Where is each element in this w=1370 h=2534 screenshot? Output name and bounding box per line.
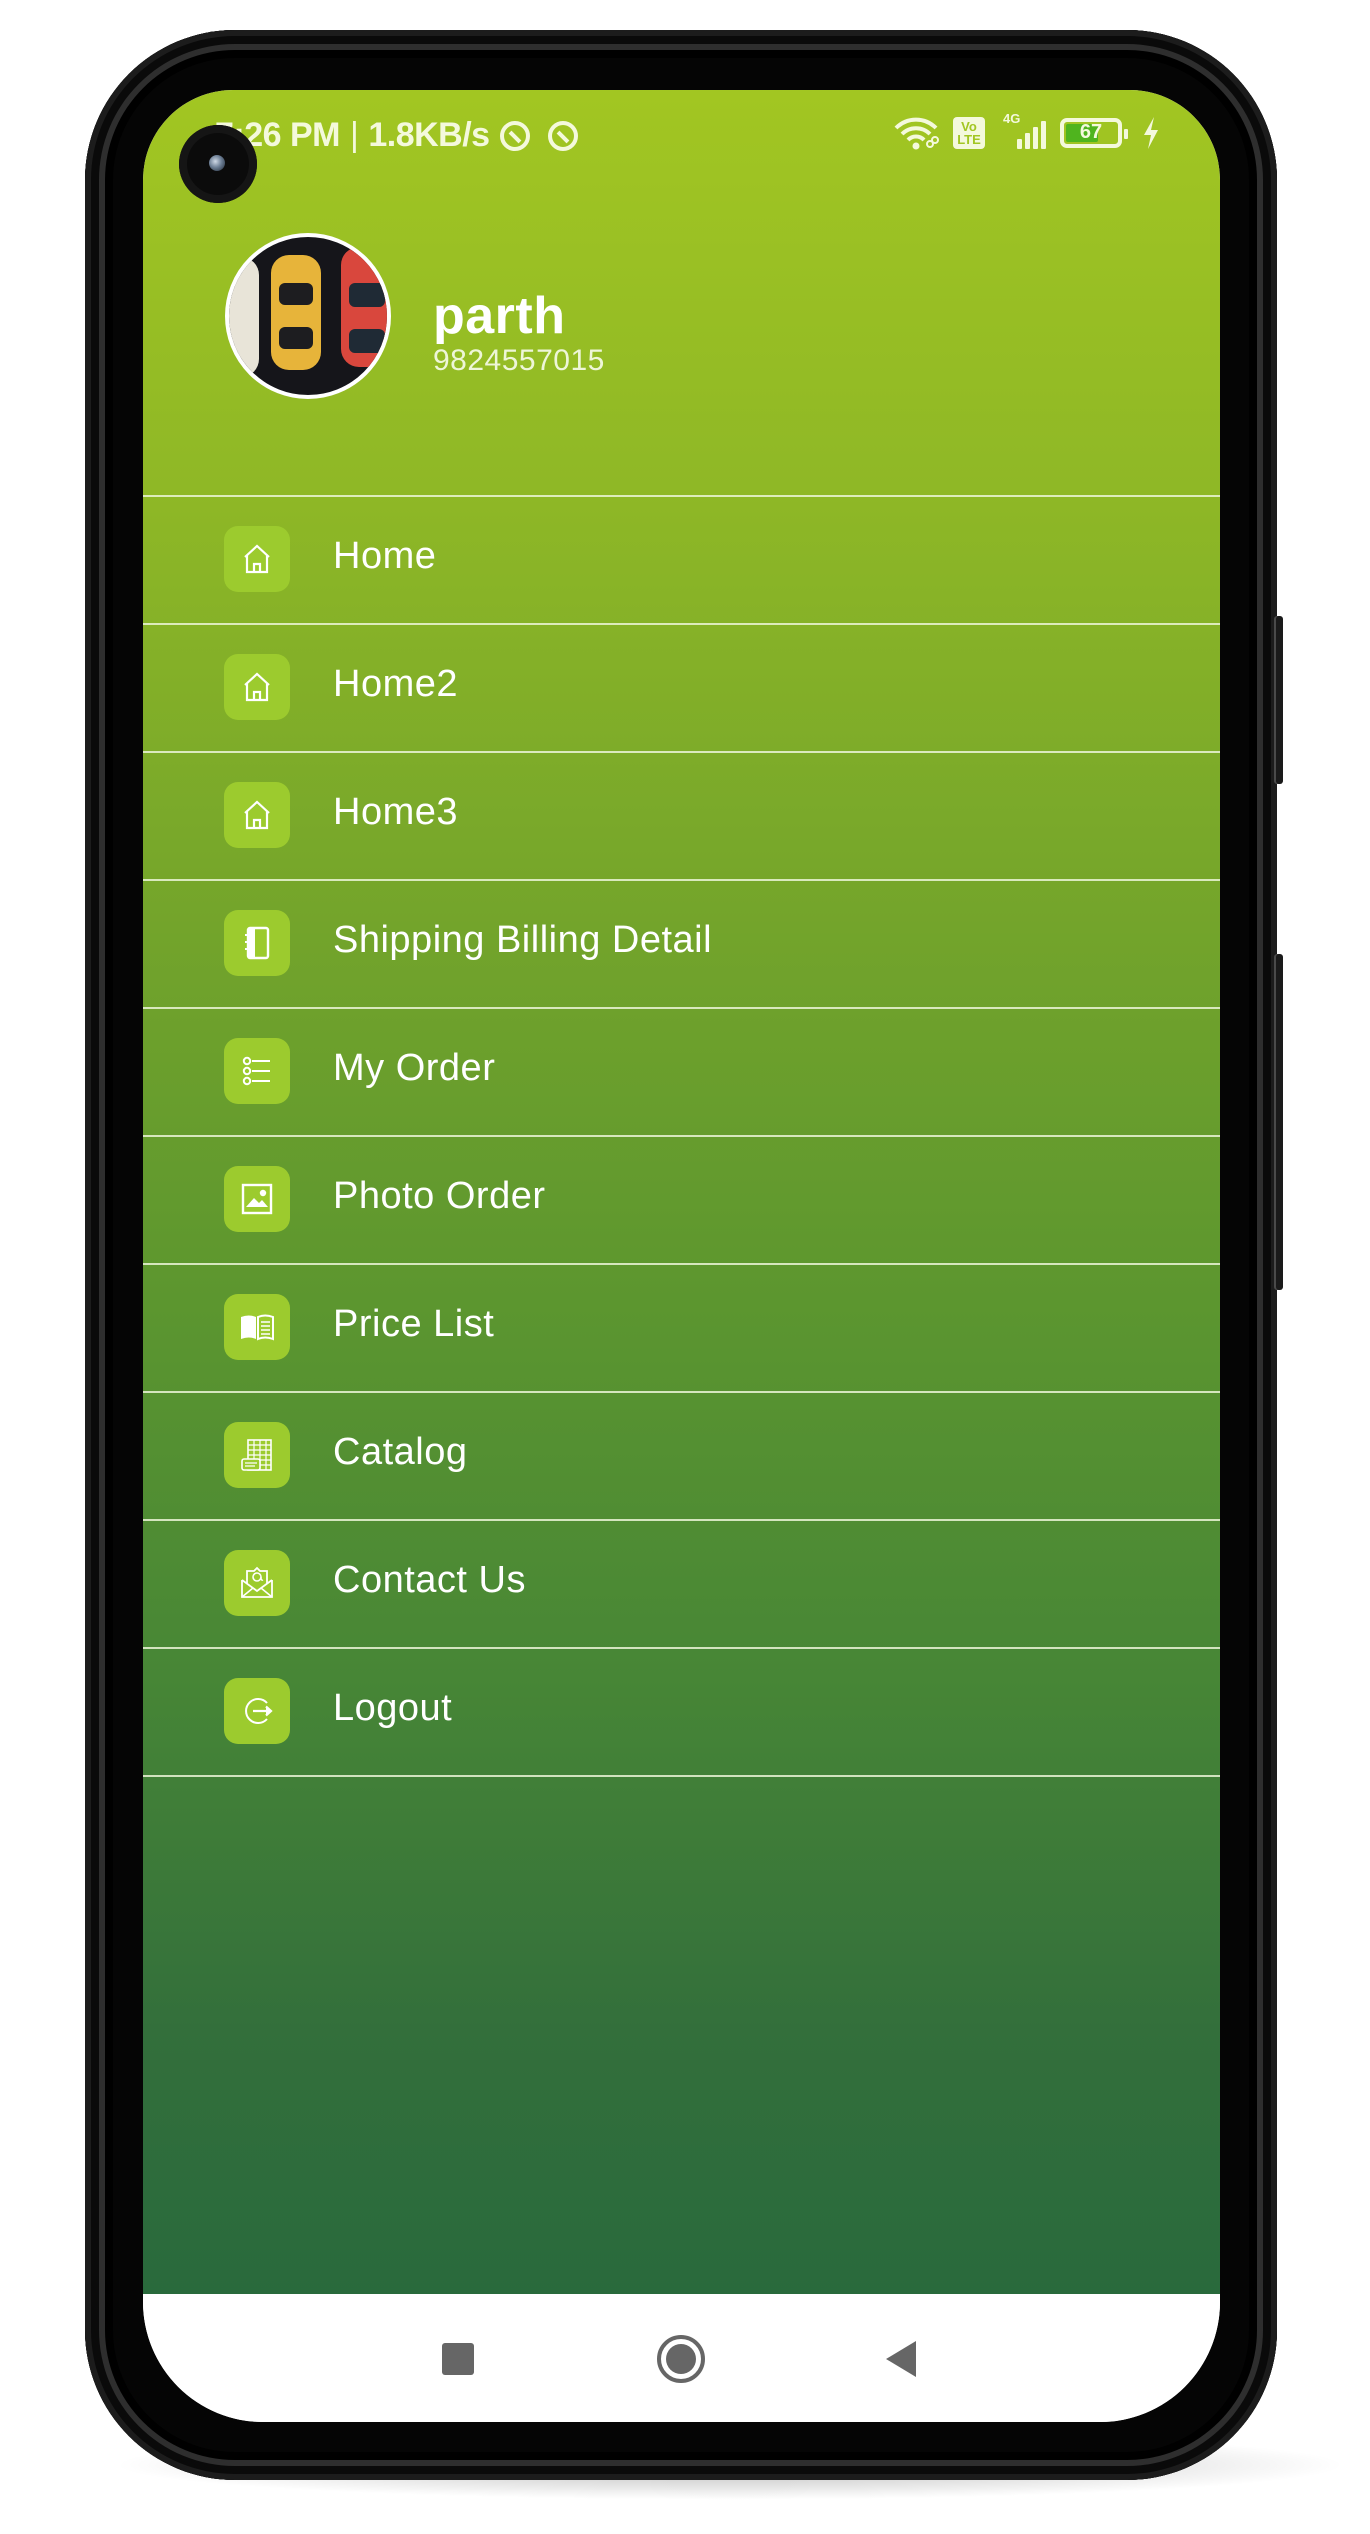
menu-item-home2[interactable]: Home2	[143, 623, 1220, 751]
recent-apps-button[interactable]	[442, 2343, 474, 2375]
menu-item-contact-us[interactable]: Contact Us	[143, 1519, 1220, 1647]
menu-item-catalog[interactable]: Catalog	[143, 1391, 1220, 1519]
volume-button	[1274, 616, 1283, 784]
image-icon	[224, 1166, 290, 1232]
menu-item-home[interactable]: Home	[143, 495, 1220, 623]
open-book-icon	[224, 1294, 290, 1360]
avatar-photo-car	[341, 247, 387, 367]
profile-header[interactable]: parth 9824557015	[143, 90, 1220, 495]
home-button[interactable]	[657, 2335, 705, 2383]
catalog-grid-icon	[224, 1422, 290, 1488]
avatar[interactable]	[225, 233, 391, 399]
logout-icon	[224, 1678, 290, 1744]
home-icon	[224, 654, 290, 720]
back-button[interactable]	[886, 2341, 916, 2377]
user-phone: 9824557015	[433, 344, 605, 377]
user-name: parth	[433, 287, 566, 345]
menu-label: Price List	[333, 1303, 495, 1345]
avatar-photo-car	[271, 255, 321, 370]
menu-divider	[143, 1775, 1220, 1777]
menu-item-photo-order[interactable]: Photo Order	[143, 1135, 1220, 1263]
phone-screen: 7:26 PM | 1.8KB/s Vo LTE 4G 67 parth 982…	[143, 90, 1220, 2422]
address-book-icon	[224, 910, 290, 976]
home-icon	[224, 782, 290, 848]
menu-item-shipping-billing[interactable]: Shipping Billing Detail	[143, 879, 1220, 1007]
menu-label: Catalog	[333, 1431, 468, 1473]
system-nav-bar	[143, 2294, 1220, 2422]
menu-item-my-order[interactable]: My Order	[143, 1007, 1220, 1135]
camera-lens	[209, 155, 225, 171]
menu-label: Logout	[333, 1687, 453, 1729]
menu-item-logout[interactable]: Logout	[143, 1647, 1220, 1775]
menu-label: My Order	[333, 1047, 496, 1089]
menu-label: Home3	[333, 791, 458, 833]
front-camera	[179, 125, 257, 203]
menu-label: Home2	[333, 663, 458, 705]
menu-label: Shipping Billing Detail	[333, 919, 713, 961]
menu-label: Home	[333, 535, 437, 577]
list-icon	[224, 1038, 290, 1104]
menu-item-price-list[interactable]: Price List	[143, 1263, 1220, 1391]
power-button	[1274, 954, 1283, 1290]
navigation-drawer: 7:26 PM | 1.8KB/s Vo LTE 4G 67 parth 982…	[143, 90, 1220, 2294]
drawer-menu: Home Home2 Home3 Shipping Billing Detail	[143, 495, 1220, 1777]
menu-label: Photo Order	[333, 1175, 546, 1217]
menu-item-home3[interactable]: Home3	[143, 751, 1220, 879]
avatar-photo-car	[229, 257, 259, 377]
email-at-icon	[224, 1550, 290, 1616]
menu-label: Contact Us	[333, 1559, 526, 1601]
home-icon	[224, 526, 290, 592]
